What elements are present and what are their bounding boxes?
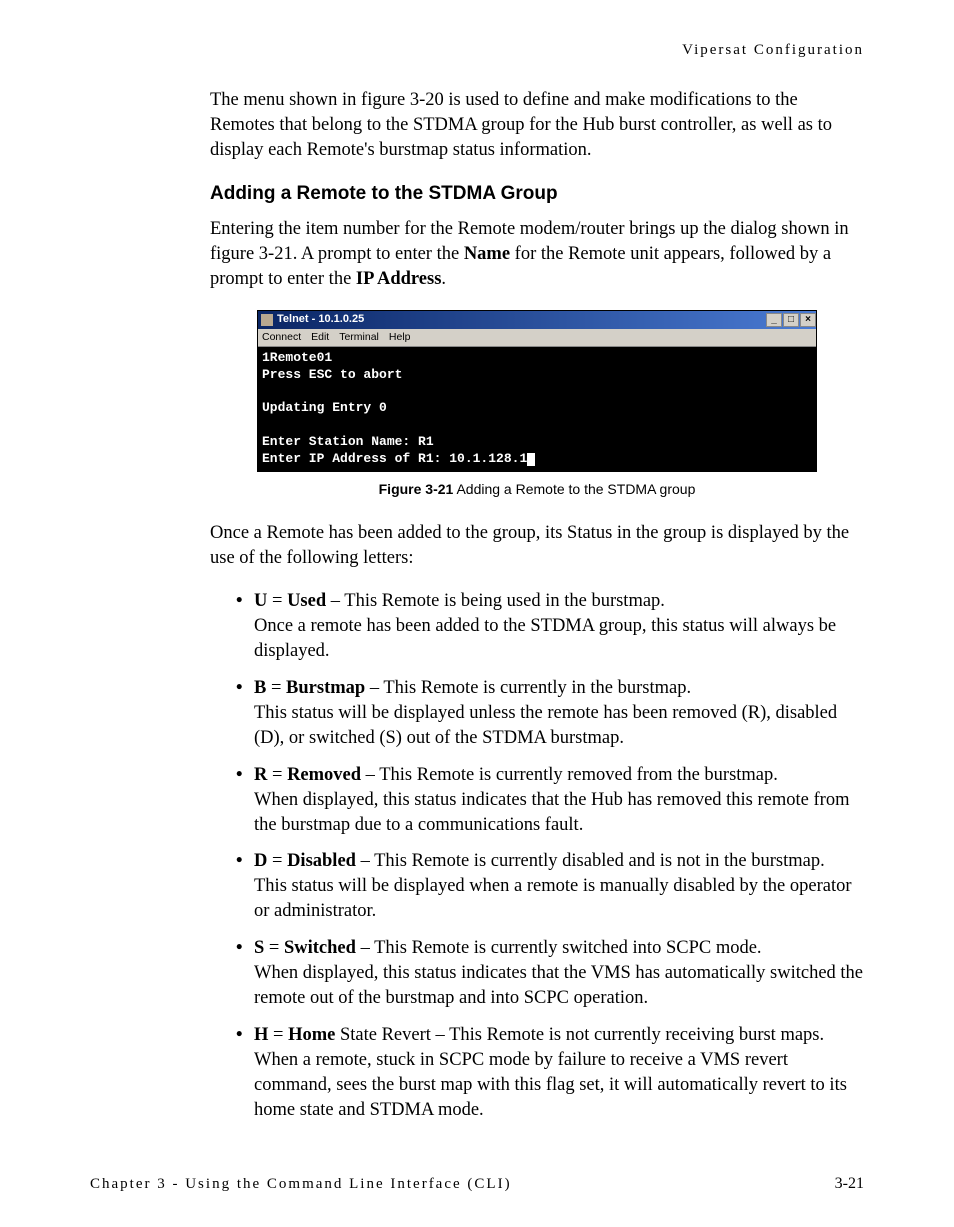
code-h: H — [254, 1025, 268, 1045]
para2-ip: IP Address — [356, 269, 442, 289]
term-line4: Updating Entry 0 — [262, 400, 387, 415]
footer-page: 3-21 — [835, 1173, 864, 1195]
list-item-disabled: D = Disabled – This Remote is currently … — [236, 849, 864, 924]
eq-s: = — [264, 938, 284, 958]
para-status-intro: Once a Remote has been added to the grou… — [210, 521, 864, 571]
term-b: Burstmap — [286, 678, 365, 698]
para-intro: The menu shown in figure 3-20 is used to… — [210, 88, 864, 163]
tail-h: State Revert – This Remote is not curren… — [254, 1025, 847, 1120]
footer: Chapter 3 - Using the Command Line Inter… — [90, 1173, 864, 1195]
tail-b: – This Remote is currently in the burstm… — [365, 678, 691, 698]
list-item-burstmap: B = Burstmap – This Remote is currently … — [236, 676, 864, 751]
minimize-button[interactable]: _ — [766, 313, 782, 327]
header-section: Vipersat Configuration — [90, 40, 864, 60]
list-item-used: U = Used – This Remote is being used in … — [236, 589, 864, 664]
detail-s: When displayed, this status indicates th… — [254, 963, 863, 1008]
footer-chapter: Chapter 3 - Using the Command Line Inter… — [90, 1174, 512, 1194]
menu-terminal[interactable]: Terminal — [339, 330, 379, 344]
para-adding-remote: Entering the item number for the Remote … — [210, 217, 864, 292]
telnet-window: Telnet - 10.1.0.25 _ □ × Connect Edit Te… — [257, 310, 817, 472]
term-u: Used — [287, 591, 326, 611]
list-item-switched: S = Switched – This Remote is currently … — [236, 936, 864, 1011]
main-content: The menu shown in figure 3-20 is used to… — [90, 88, 864, 1123]
tail-r: – This Remote is currently removed from … — [361, 765, 778, 785]
terminal-body[interactable]: 1Remote01 Press ESC to abort Updating En… — [258, 347, 816, 471]
term-line2: Press ESC to abort — [262, 367, 402, 382]
close-button[interactable]: × — [800, 313, 816, 327]
term-line6: Enter Station Name: R1 — [262, 434, 434, 449]
eq-h: = — [268, 1025, 288, 1045]
maximize-button[interactable]: □ — [783, 313, 799, 327]
para2-name: Name — [464, 244, 510, 264]
telnet-icon — [261, 314, 273, 326]
list-item-removed: R = Removed – This Remote is currently r… — [236, 763, 864, 838]
term-r: Removed — [287, 765, 361, 785]
list-item-home: H = Home State Revert – This Remote is n… — [236, 1023, 864, 1123]
tail-s: – This Remote is currently switched into… — [356, 938, 762, 958]
para2-post: . — [441, 269, 446, 289]
code-b: B — [254, 678, 266, 698]
code-r: R — [254, 765, 267, 785]
eq-d: = — [267, 851, 287, 871]
status-list: U = Used – This Remote is being used in … — [210, 589, 864, 1123]
code-d: D — [254, 851, 267, 871]
tail-u: – This Remote is being used in the burst… — [326, 591, 665, 611]
menu-connect[interactable]: Connect — [262, 330, 301, 344]
figure-caption: Figure 3-21 Adding a Remote to the STDMA… — [210, 480, 864, 499]
window-title: Telnet - 10.1.0.25 — [277, 312, 765, 327]
heading-adding-remote: Adding a Remote to the STDMA Group — [210, 181, 864, 207]
term-h: Home — [288, 1025, 335, 1045]
figure-label: Figure 3-21 — [379, 481, 454, 497]
eq-u: = — [267, 591, 287, 611]
detail-b: This status will be displayed unless the… — [254, 703, 837, 748]
term-s: Switched — [284, 938, 356, 958]
menu-bar: Connect Edit Terminal Help — [258, 329, 816, 347]
menu-edit[interactable]: Edit — [311, 330, 329, 344]
title-bar: Telnet - 10.1.0.25 _ □ × — [258, 311, 816, 329]
detail-d: This status will be displayed when a rem… — [254, 876, 852, 921]
code-u: U — [254, 591, 267, 611]
term-line7: Enter IP Address of R1: 10.1.128.1 — [262, 451, 527, 466]
term-line1: 1Remote01 — [262, 350, 332, 365]
tail-d: – This Remote is currently disabled and … — [356, 851, 825, 871]
cursor-icon — [527, 453, 535, 466]
detail-r: When displayed, this status indicates th… — [254, 790, 849, 835]
term-d: Disabled — [287, 851, 356, 871]
eq-b: = — [266, 678, 286, 698]
eq-r: = — [267, 765, 287, 785]
code-s: S — [254, 938, 264, 958]
detail-u: Once a remote has been added to the STDM… — [254, 616, 836, 661]
menu-help[interactable]: Help — [389, 330, 411, 344]
figure-text: Adding a Remote to the STDMA group — [453, 481, 695, 497]
